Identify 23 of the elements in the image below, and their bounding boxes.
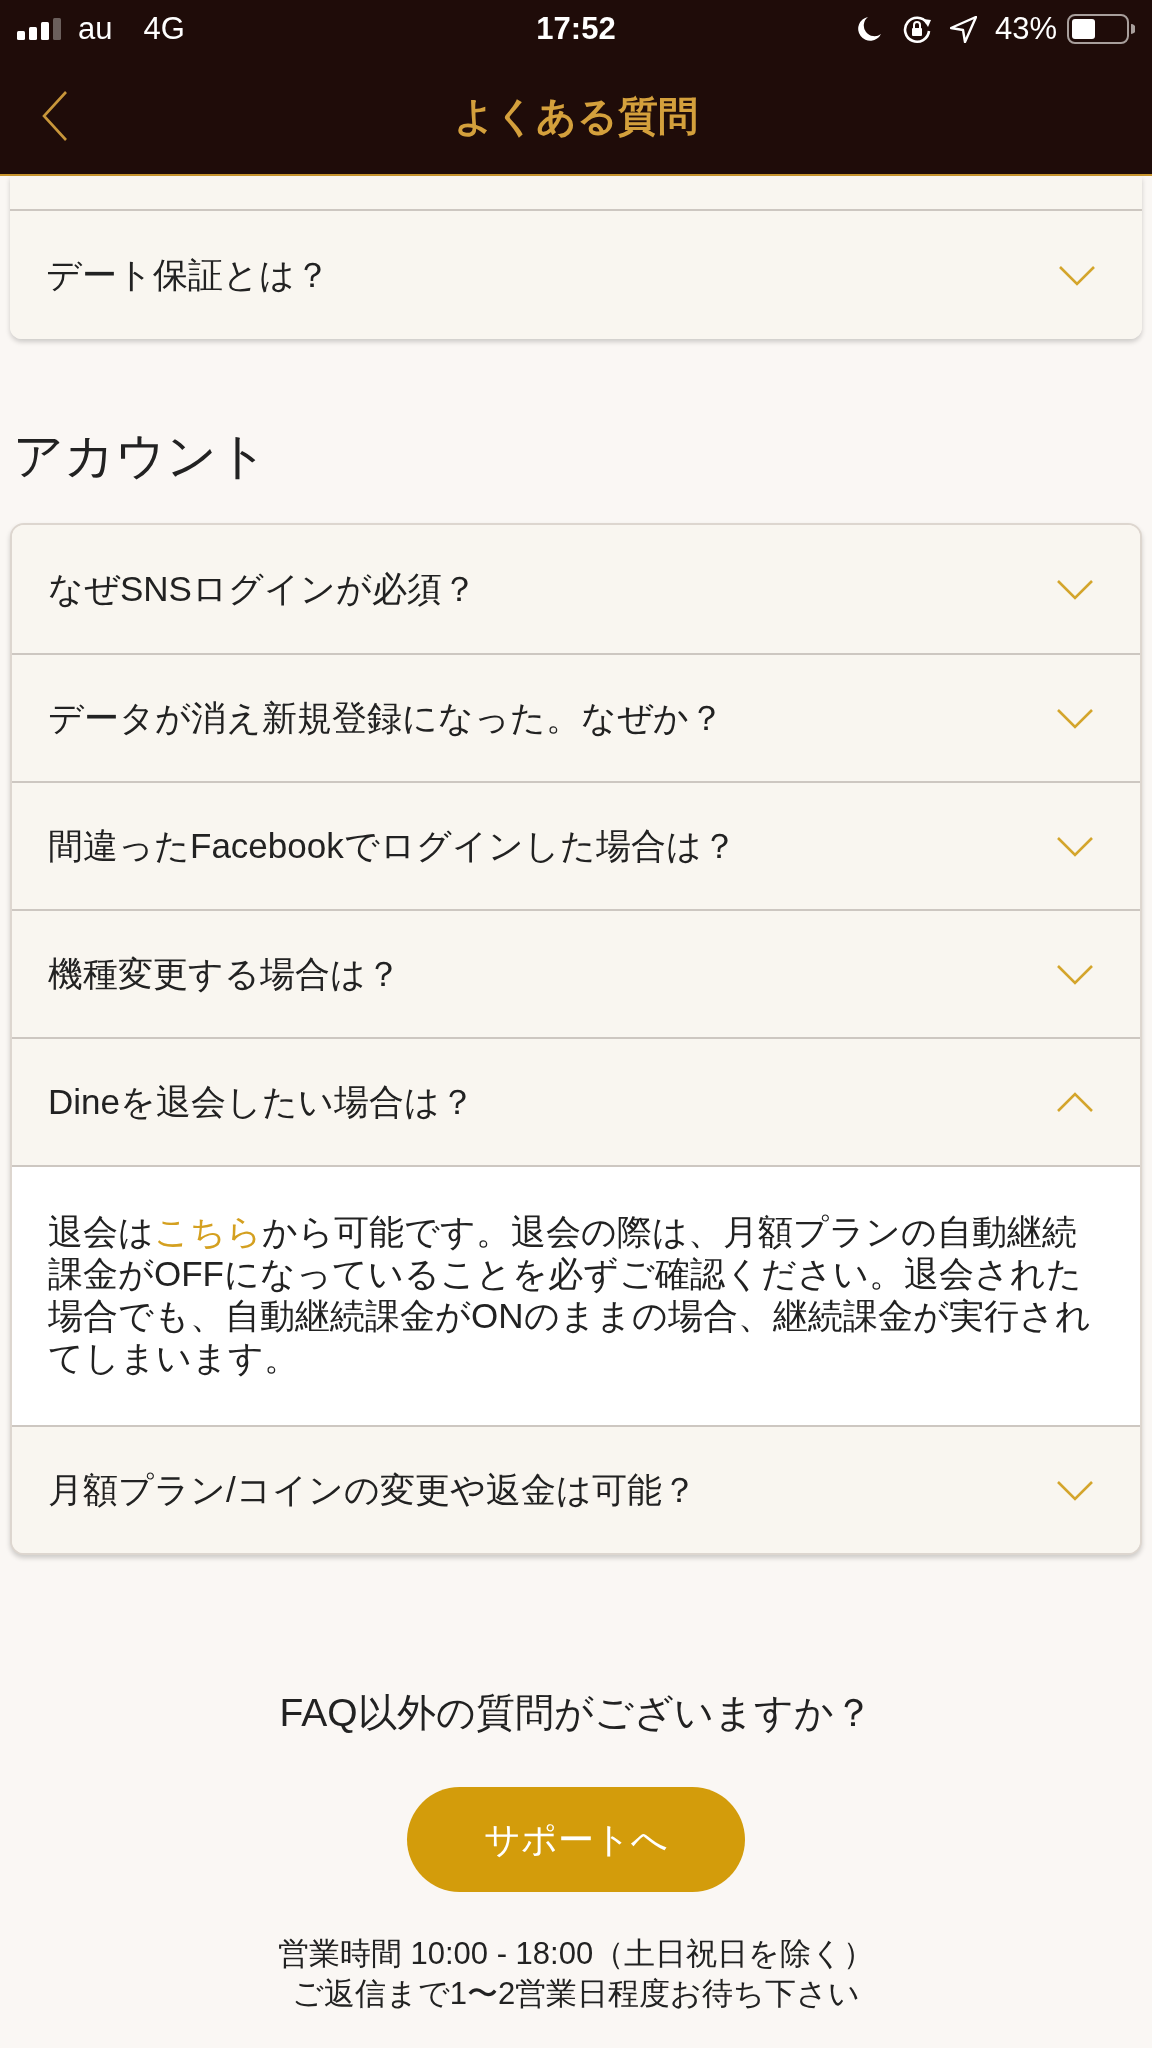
page-title: よくある質問	[454, 93, 698, 140]
faq-question[interactable]: データが消え新規登録になった。なぜか？	[12, 653, 1140, 781]
faq-question[interactable]: 月額プラン/コインの変更や返金は可能？	[12, 1425, 1140, 1553]
answer-text: 退会は こちらから可能です。退会の際は、月額プランの自動継続課金がOFFになっていることを必ずご確認ください。退会された場合でも、自動継続課金がONのままの場合、継続課金が実行されてしまいます。	[48, 1211, 1092, 1379]
battery-percent: 43%	[994, 9, 1057, 48]
faq-question[interactable]: デート保証とは？	[10, 211, 1142, 339]
reply-note: ご返信まで1〜2営業日程度お待ち下さい	[291, 1975, 861, 2013]
status-time: 17:52	[536, 9, 616, 48]
faq-question[interactable]: なぜSNSログインが必須？	[12, 525, 1140, 653]
moon-icon	[857, 16, 882, 42]
faq-question[interactable]: 間違ったFacebookでログインした場合は？	[12, 781, 1140, 909]
business-hours: 営業時間 10:00 - 18:00（土日祝日を除く）	[277, 1935, 875, 1973]
location-arrow-icon	[949, 15, 977, 43]
network-label: 4G	[143, 9, 185, 48]
section-title: アカウント	[12, 427, 269, 486]
rotation-lock-icon	[901, 14, 932, 44]
carrier-label: au	[78, 9, 113, 48]
faq-question[interactable]: Dineを退会したい場合は？	[12, 1037, 1140, 1165]
battery-icon	[1067, 14, 1135, 44]
signal-icon	[17, 18, 63, 40]
faq-question[interactable]: 機種変更する場合は？	[12, 909, 1140, 1037]
contact-prompt: FAQ以外の質問がございますか？	[279, 1690, 873, 1736]
chevron-left-icon	[42, 90, 68, 142]
